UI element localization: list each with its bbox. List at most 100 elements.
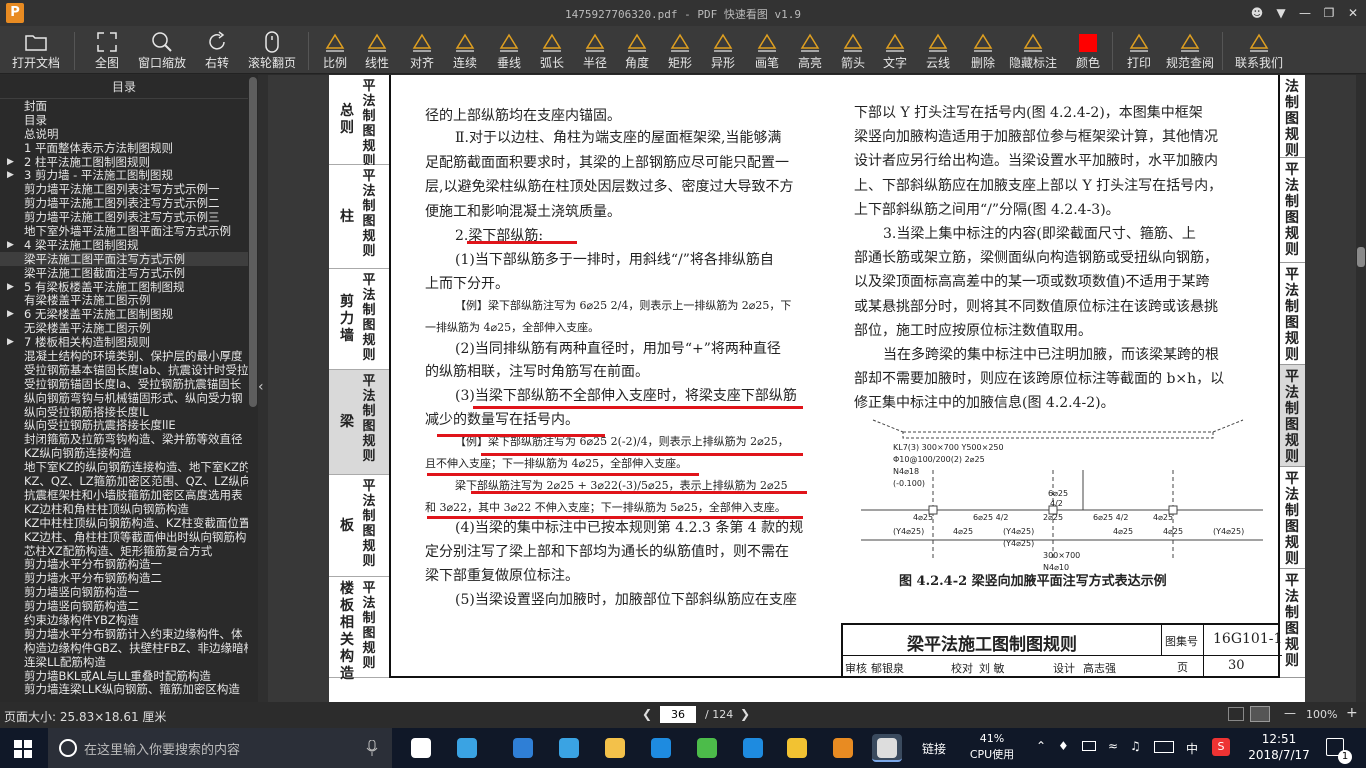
page-number-input[interactable]: 36: [660, 706, 696, 723]
toolbar-button-highlight[interactable]: 高亮: [793, 30, 827, 72]
section-tab-right[interactable]: 平法制图规则: [1280, 365, 1305, 467]
toc-item[interactable]: 纵向受拉钢筋搭接长度lL: [0, 405, 248, 419]
ie-browser-icon[interactable]: [600, 734, 630, 762]
viewer-scroll-thumb[interactable]: [1357, 247, 1365, 267]
toc-item[interactable]: 封面: [0, 99, 248, 113]
toc-item[interactable]: 地下室外墙平法施工图平面注写方式示例: [0, 224, 248, 238]
toolbar-button-color-swatch[interactable]: 颜色: [1074, 30, 1102, 72]
user-icon[interactable]: ☻: [1246, 3, 1268, 23]
toolbar-button-mouse[interactable]: 滚轮翻页: [248, 30, 296, 72]
sogou-ime-icon[interactable]: S: [1212, 738, 1230, 756]
section-tab-left[interactable]: 楼板相关构造 平法制图规则: [329, 577, 390, 682]
toc-item[interactable]: ▶ 3 剪力墙 - 平法施工图制图规: [0, 168, 248, 182]
toolbar-button-printer[interactable]: 打印: [1122, 30, 1156, 72]
toolbar-button-ruler[interactable]: 比例: [318, 30, 352, 72]
toc-item[interactable]: 目录: [0, 113, 248, 127]
expand-arrow-icon[interactable]: ▶: [7, 168, 14, 182]
toc-item[interactable]: KZ、QZ、LZ箍筋加密区范围、QZ、LZ纵向钢: [0, 474, 248, 488]
toolbar-button-fullscreen[interactable]: 全图: [90, 30, 124, 72]
toolbar-button-folder[interactable]: 打开文档: [12, 30, 60, 72]
zoom-out-icon[interactable]: —: [1284, 706, 1296, 720]
toc-item[interactable]: 剪力墙平法施工图列表注写方式示例一: [0, 182, 248, 196]
toc-item[interactable]: 纵向钢筋弯钩与机械锚固形式、纵向受力钢: [0, 391, 248, 405]
toc-item[interactable]: 芯柱XZ配筋构造、矩形箍筋复合方式: [0, 544, 248, 558]
toc-item[interactable]: KZ边柱、角柱柱顶等截面伸出时纵向钢筋构: [0, 530, 248, 544]
toolbar-button-zoom[interactable]: 窗口缩放: [138, 30, 186, 72]
toc-item[interactable]: 剪力墙水平分布钢筋构造二: [0, 571, 248, 585]
expand-arrow-icon[interactable]: ▶: [7, 335, 14, 349]
toc-item[interactable]: 无梁楼盖平法施工图示例: [0, 321, 248, 335]
toc-item[interactable]: 梁平法施工图平面注写方式示例: [0, 251, 248, 266]
expand-arrow-icon[interactable]: ▶: [7, 155, 14, 169]
collapse-panel-button[interactable]: ‹: [258, 75, 268, 702]
file-explorer-icon[interactable]: [646, 734, 676, 762]
toc-item[interactable]: 构造边缘构件GBZ、扶壁柱FBZ、非边缘暗柱: [0, 641, 248, 655]
toc-item[interactable]: ▶ 5 有梁板楼盖平法施工图制图规: [0, 280, 248, 294]
toc-item[interactable]: 剪力墙水平分布钢筋计入约束边缘构件、体: [0, 627, 248, 641]
toolbar-button-pen[interactable]: 画笔: [750, 30, 784, 72]
task-view-icon[interactable]: [406, 734, 436, 762]
toolbar-button-polygon-area[interactable]: 异形: [706, 30, 740, 72]
toolbar-button-arc-length[interactable]: 弧长: [535, 30, 569, 72]
toc-item[interactable]: 抗震框架柱和小墙肢箍筋加密区高度选用表: [0, 488, 248, 502]
toc-item[interactable]: 剪力墙竖向钢筋构造一: [0, 585, 248, 599]
toc-item[interactable]: 剪力墙BKL或AL与LL重叠时配筋构造: [0, 669, 248, 683]
keyboard-icon[interactable]: [1154, 741, 1174, 753]
taskbar-link-label[interactable]: 链接: [922, 740, 946, 757]
section-tab-right[interactable]: 平法制图规则: [1280, 158, 1305, 263]
toc-item[interactable]: 连梁LL配筋构造: [0, 655, 248, 669]
taskbar-clock[interactable]: 12:51 2018/7/17: [1248, 731, 1310, 763]
toc-item[interactable]: ▶ 4 梁平法施工图制图规: [0, 238, 248, 252]
section-tab-left[interactable]: 剪力墙 平法制图规则: [329, 269, 390, 370]
toc-item[interactable]: ▶ 6 无梁楼盖平法施工图制图规: [0, 307, 248, 321]
toolbar-button-arrow[interactable]: 箭头: [836, 30, 870, 72]
toc-item[interactable]: 有梁楼盖平法施工图示例: [0, 293, 248, 307]
section-tab-left[interactable]: 柱平法制图规则: [329, 165, 390, 269]
toolbar-button-linear-dim[interactable]: 线性: [360, 30, 394, 72]
wifi-icon[interactable]: ≈: [1108, 739, 1118, 753]
continuous-view-icon[interactable]: [1250, 706, 1270, 722]
single-page-view-icon[interactable]: [1228, 707, 1244, 721]
toolbar-button-cloud[interactable]: 云线: [921, 30, 955, 72]
section-tab-right[interactable]: 平法制图规则: [1280, 467, 1305, 569]
pinwheel-app-icon[interactable]: [452, 734, 482, 762]
toc-item[interactable]: 受拉钢筋锚固长度la、受拉钢筋抗震锚固长: [0, 377, 248, 391]
document-viewer[interactable]: 总则 平法制图规则柱平法制图规则 剪力墙 平法制图规则梁平法制图规则板平法制图规则 楼板…: [268, 75, 1356, 702]
pdf-viewer-app-icon[interactable]: [872, 734, 902, 762]
toolbar-button-perpendicular[interactable]: 垂线: [492, 30, 526, 72]
toc-item[interactable]: 地下室KZ的纵向钢筋连接构造、地下室KZ的: [0, 460, 248, 474]
toolbar-button-rectangle-area[interactable]: 矩形: [663, 30, 697, 72]
app-green-icon[interactable]: [738, 734, 768, 762]
menu-dropdown-icon[interactable]: ▼: [1270, 3, 1292, 23]
close-button[interactable]: ✕: [1342, 3, 1364, 23]
app-blue-icon[interactable]: [782, 734, 812, 762]
toc-scrollbar[interactable]: [248, 75, 258, 702]
toolbar-button-rotate[interactable]: 右转: [200, 30, 234, 72]
toc-item[interactable]: 剪力墙水平分布钢筋构造一: [0, 557, 248, 571]
toc-item[interactable]: KZ纵向钢筋连接构造: [0, 446, 248, 460]
toolbar-button-book[interactable]: 规范查阅: [1166, 30, 1214, 72]
toc-item[interactable]: KZ边柱和角柱柱顶纵向钢筋构造: [0, 502, 248, 516]
toc-item[interactable]: 剪力墙平法施工图列表注写方式示例二: [0, 196, 248, 210]
toc-item[interactable]: 受拉钢筋基本锚固长度lab、抗震设计时受拉: [0, 363, 248, 377]
toolbar-button-angle[interactable]: 角度: [620, 30, 654, 72]
minimize-button[interactable]: —: [1294, 3, 1316, 23]
section-tab-left[interactable]: 总则 平法制图规则: [329, 75, 390, 169]
expand-arrow-icon[interactable]: ▶: [7, 238, 14, 252]
toolbar-button-continuous-dim[interactable]: 连续: [448, 30, 482, 72]
viewer-scrollbar[interactable]: [1356, 75, 1366, 702]
notification-bell-icon[interactable]: ♦: [1058, 739, 1069, 753]
toc-item[interactable]: 纵向受拉钢筋抗震搭接长度llE: [0, 418, 248, 432]
zoom-in-icon[interactable]: +: [1346, 705, 1358, 721]
section-tab-right[interactable]: 平法制图规则: [1280, 569, 1305, 678]
toc-item[interactable]: 混凝土结构的环境类别、保护层的最小厚度: [0, 349, 248, 363]
zoom-level[interactable]: 100%: [1306, 708, 1337, 721]
toc-item[interactable]: 封闭箍筋及拉筋弯钩构造、梁并筋等效直径: [0, 432, 248, 446]
next-page-icon[interactable]: ❯: [740, 707, 750, 721]
toc-item[interactable]: ▶ 7 楼板相关构造制图规则: [0, 335, 248, 349]
toolbar-button-radius[interactable]: 半径: [578, 30, 612, 72]
toc-item[interactable]: 梁平法施工图截面注写方式示例: [0, 266, 248, 280]
expand-arrow-icon[interactable]: ▶: [7, 307, 14, 321]
volume-icon[interactable]: ♫: [1130, 739, 1141, 753]
toolbar-button-eye-hide[interactable]: 隐藏标注: [1008, 30, 1058, 72]
